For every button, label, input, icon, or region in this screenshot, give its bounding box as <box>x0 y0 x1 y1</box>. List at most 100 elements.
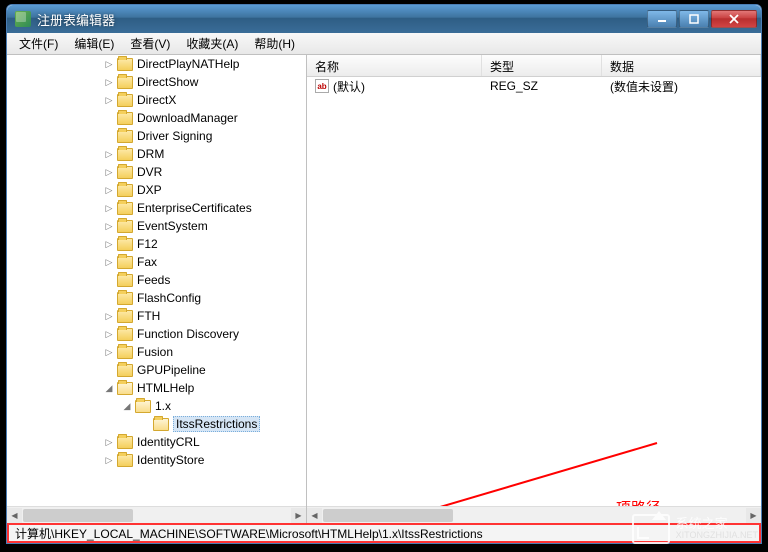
tree-item[interactable]: ▷ F12 <box>7 235 268 253</box>
folder-icon <box>153 418 169 431</box>
tree-item[interactable]: ▷ Fax <box>7 253 268 271</box>
tree-item-label: DirectShow <box>137 75 198 89</box>
menu-favorites[interactable]: 收藏夹(A) <box>178 33 246 54</box>
folder-icon <box>117 76 133 89</box>
tree-item-label: FlashConfig <box>137 291 201 305</box>
scroll-thumb[interactable] <box>23 509 133 522</box>
tree-item-label: DVR <box>137 165 162 179</box>
tree-item[interactable]: ▷ Fusion <box>7 343 268 361</box>
tree-item[interactable]: ▷Function Discovery <box>7 325 268 343</box>
tree-item-label: EnterpriseCertificates <box>137 201 252 215</box>
tree-item[interactable]: ▷DRM <box>7 145 268 163</box>
tree-item-label: HTMLHelp <box>137 381 194 395</box>
folder-icon <box>117 256 133 269</box>
folder-icon <box>117 166 133 179</box>
tree-h-scrollbar[interactable]: ◀ ▶ <box>7 506 306 523</box>
expand-icon[interactable]: ▷ <box>103 454 115 466</box>
scroll-right-icon[interactable]: ▶ <box>746 508 761 523</box>
scroll-left-icon[interactable]: ◀ <box>307 508 322 523</box>
menu-edit[interactable]: 编辑(E) <box>66 33 122 54</box>
expand-icon[interactable]: ▷ <box>103 310 115 322</box>
tree-item[interactable]: ▷IdentityCRL <box>7 433 268 451</box>
tree-item-label: Feeds <box>137 273 170 287</box>
tree-item-label: Fusion <box>137 345 173 359</box>
tree-item[interactable]: ▷FlashConfig <box>7 289 268 307</box>
expand-icon[interactable]: ▷ <box>103 184 115 196</box>
menu-file[interactable]: 文件(F) <box>11 33 66 54</box>
collapse-icon[interactable]: ◢ <box>103 382 115 394</box>
folder-icon <box>117 292 133 305</box>
tree-item[interactable]: ▷Driver Signing <box>7 127 268 145</box>
statusbar-path: 计算机\HKEY_LOCAL_MACHINE\SOFTWARE\Microsof… <box>7 523 761 543</box>
tree-item-label: EventSystem <box>137 219 208 233</box>
expand-icon[interactable]: ▷ <box>103 436 115 448</box>
scroll-left-icon[interactable]: ◀ <box>7 508 22 523</box>
tree-item[interactable]: ◢1.x <box>7 397 268 415</box>
expand-icon[interactable]: ▷ <box>103 166 115 178</box>
tree-item[interactable]: ▷ItssRestrictions <box>7 415 268 433</box>
list-row[interactable]: ab (默认) REG_SZ (数值未设置) <box>307 77 761 95</box>
tree-item[interactable]: ▷GPUPipeline <box>7 361 268 379</box>
value-name-cell: ab (默认) <box>307 77 482 98</box>
expand-icon[interactable]: ▷ <box>103 202 115 214</box>
folder-icon <box>117 130 133 143</box>
close-button[interactable] <box>711 10 757 28</box>
tree-item[interactable]: ▷ DirectX <box>7 91 268 109</box>
regedit-window: 注册表编辑器 文件(F) 编辑(E) 查看(V) 收藏夹(A) 帮助(H) ▷D… <box>6 4 762 544</box>
list-pane: 名称 类型 数据 ab (默认) REG_SZ (数值未设置) 项路径 <box>307 55 761 523</box>
expand-icon[interactable]: ▷ <box>103 148 115 160</box>
expand-icon[interactable]: ▷ <box>103 76 115 88</box>
tree-item[interactable]: ▷Feeds <box>7 271 268 289</box>
tree-item-label: DirectX <box>137 93 176 107</box>
titlebar[interactable]: 注册表编辑器 <box>7 5 761 33</box>
maximize-button[interactable] <box>679 10 709 28</box>
expand-icon[interactable]: ▷ <box>103 94 115 106</box>
folder-icon <box>117 184 133 197</box>
tree-item[interactable]: ▷FTH <box>7 307 268 325</box>
status-path-text: 计算机\HKEY_LOCAL_MACHINE\SOFTWARE\Microsof… <box>15 525 483 542</box>
tree-item[interactable]: ▷ EnterpriseCertificates <box>7 199 268 217</box>
scroll-thumb[interactable] <box>323 509 453 522</box>
tree-item-label: DXP <box>137 183 162 197</box>
list-h-scrollbar[interactable]: ◀ ▶ <box>307 506 761 523</box>
folder-icon <box>117 274 133 287</box>
tree-item[interactable]: ▷ DirectShow <box>7 73 268 91</box>
list-header: 名称 类型 数据 <box>307 55 761 77</box>
tree-item[interactable]: ▷ DVR <box>7 163 268 181</box>
menu-view[interactable]: 查看(V) <box>122 33 178 54</box>
menu-help[interactable]: 帮助(H) <box>246 33 303 54</box>
tree-item[interactable]: ◢ HTMLHelp <box>7 379 268 397</box>
list-body[interactable]: ab (默认) REG_SZ (数值未设置) 项路径 <box>307 77 761 506</box>
scroll-right-icon[interactable]: ▶ <box>291 508 306 523</box>
col-type[interactable]: 类型 <box>482 55 602 76</box>
tree-item-label: GPUPipeline <box>137 363 206 377</box>
expand-icon[interactable]: ▷ <box>103 346 115 358</box>
folder-icon <box>117 58 133 71</box>
minimize-button[interactable] <box>647 10 677 28</box>
expand-icon[interactable]: ▷ <box>103 58 115 70</box>
tree-item[interactable]: ▷ EventSystem <box>7 217 268 235</box>
tree-item[interactable]: ▷ IdentityStore <box>7 451 268 469</box>
tree-item-label: IdentityStore <box>137 453 204 467</box>
expand-icon[interactable]: ▷ <box>103 220 115 232</box>
content-area: ▷DirectPlayNATHelp▷DirectShow▷DirectX▷Do… <box>7 55 761 523</box>
annotation-arrow <box>307 435 667 506</box>
col-name[interactable]: 名称 <box>307 55 482 76</box>
value-name: (默认) <box>333 78 365 95</box>
collapse-icon[interactable]: ◢ <box>121 400 133 412</box>
tree-item-label: Fax <box>137 255 157 269</box>
col-data[interactable]: 数据 <box>602 55 761 76</box>
tree-item[interactable]: ▷ DXP <box>7 181 268 199</box>
folder-icon <box>117 364 133 377</box>
tree-item-label: ItssRestrictions <box>173 416 260 432</box>
window-controls <box>647 10 757 28</box>
value-type: REG_SZ <box>482 77 602 96</box>
expand-icon[interactable]: ▷ <box>103 328 115 340</box>
folder-icon <box>117 112 133 125</box>
tree-item[interactable]: ▷DirectPlayNATHelp <box>7 55 268 73</box>
expand-icon[interactable]: ▷ <box>103 256 115 268</box>
tree-item[interactable]: ▷DownloadManager <box>7 109 268 127</box>
expand-icon[interactable]: ▷ <box>103 238 115 250</box>
tree-scroll[interactable]: ▷DirectPlayNATHelp▷DirectShow▷DirectX▷Do… <box>7 55 306 506</box>
tree-item-label: F12 <box>137 237 158 251</box>
